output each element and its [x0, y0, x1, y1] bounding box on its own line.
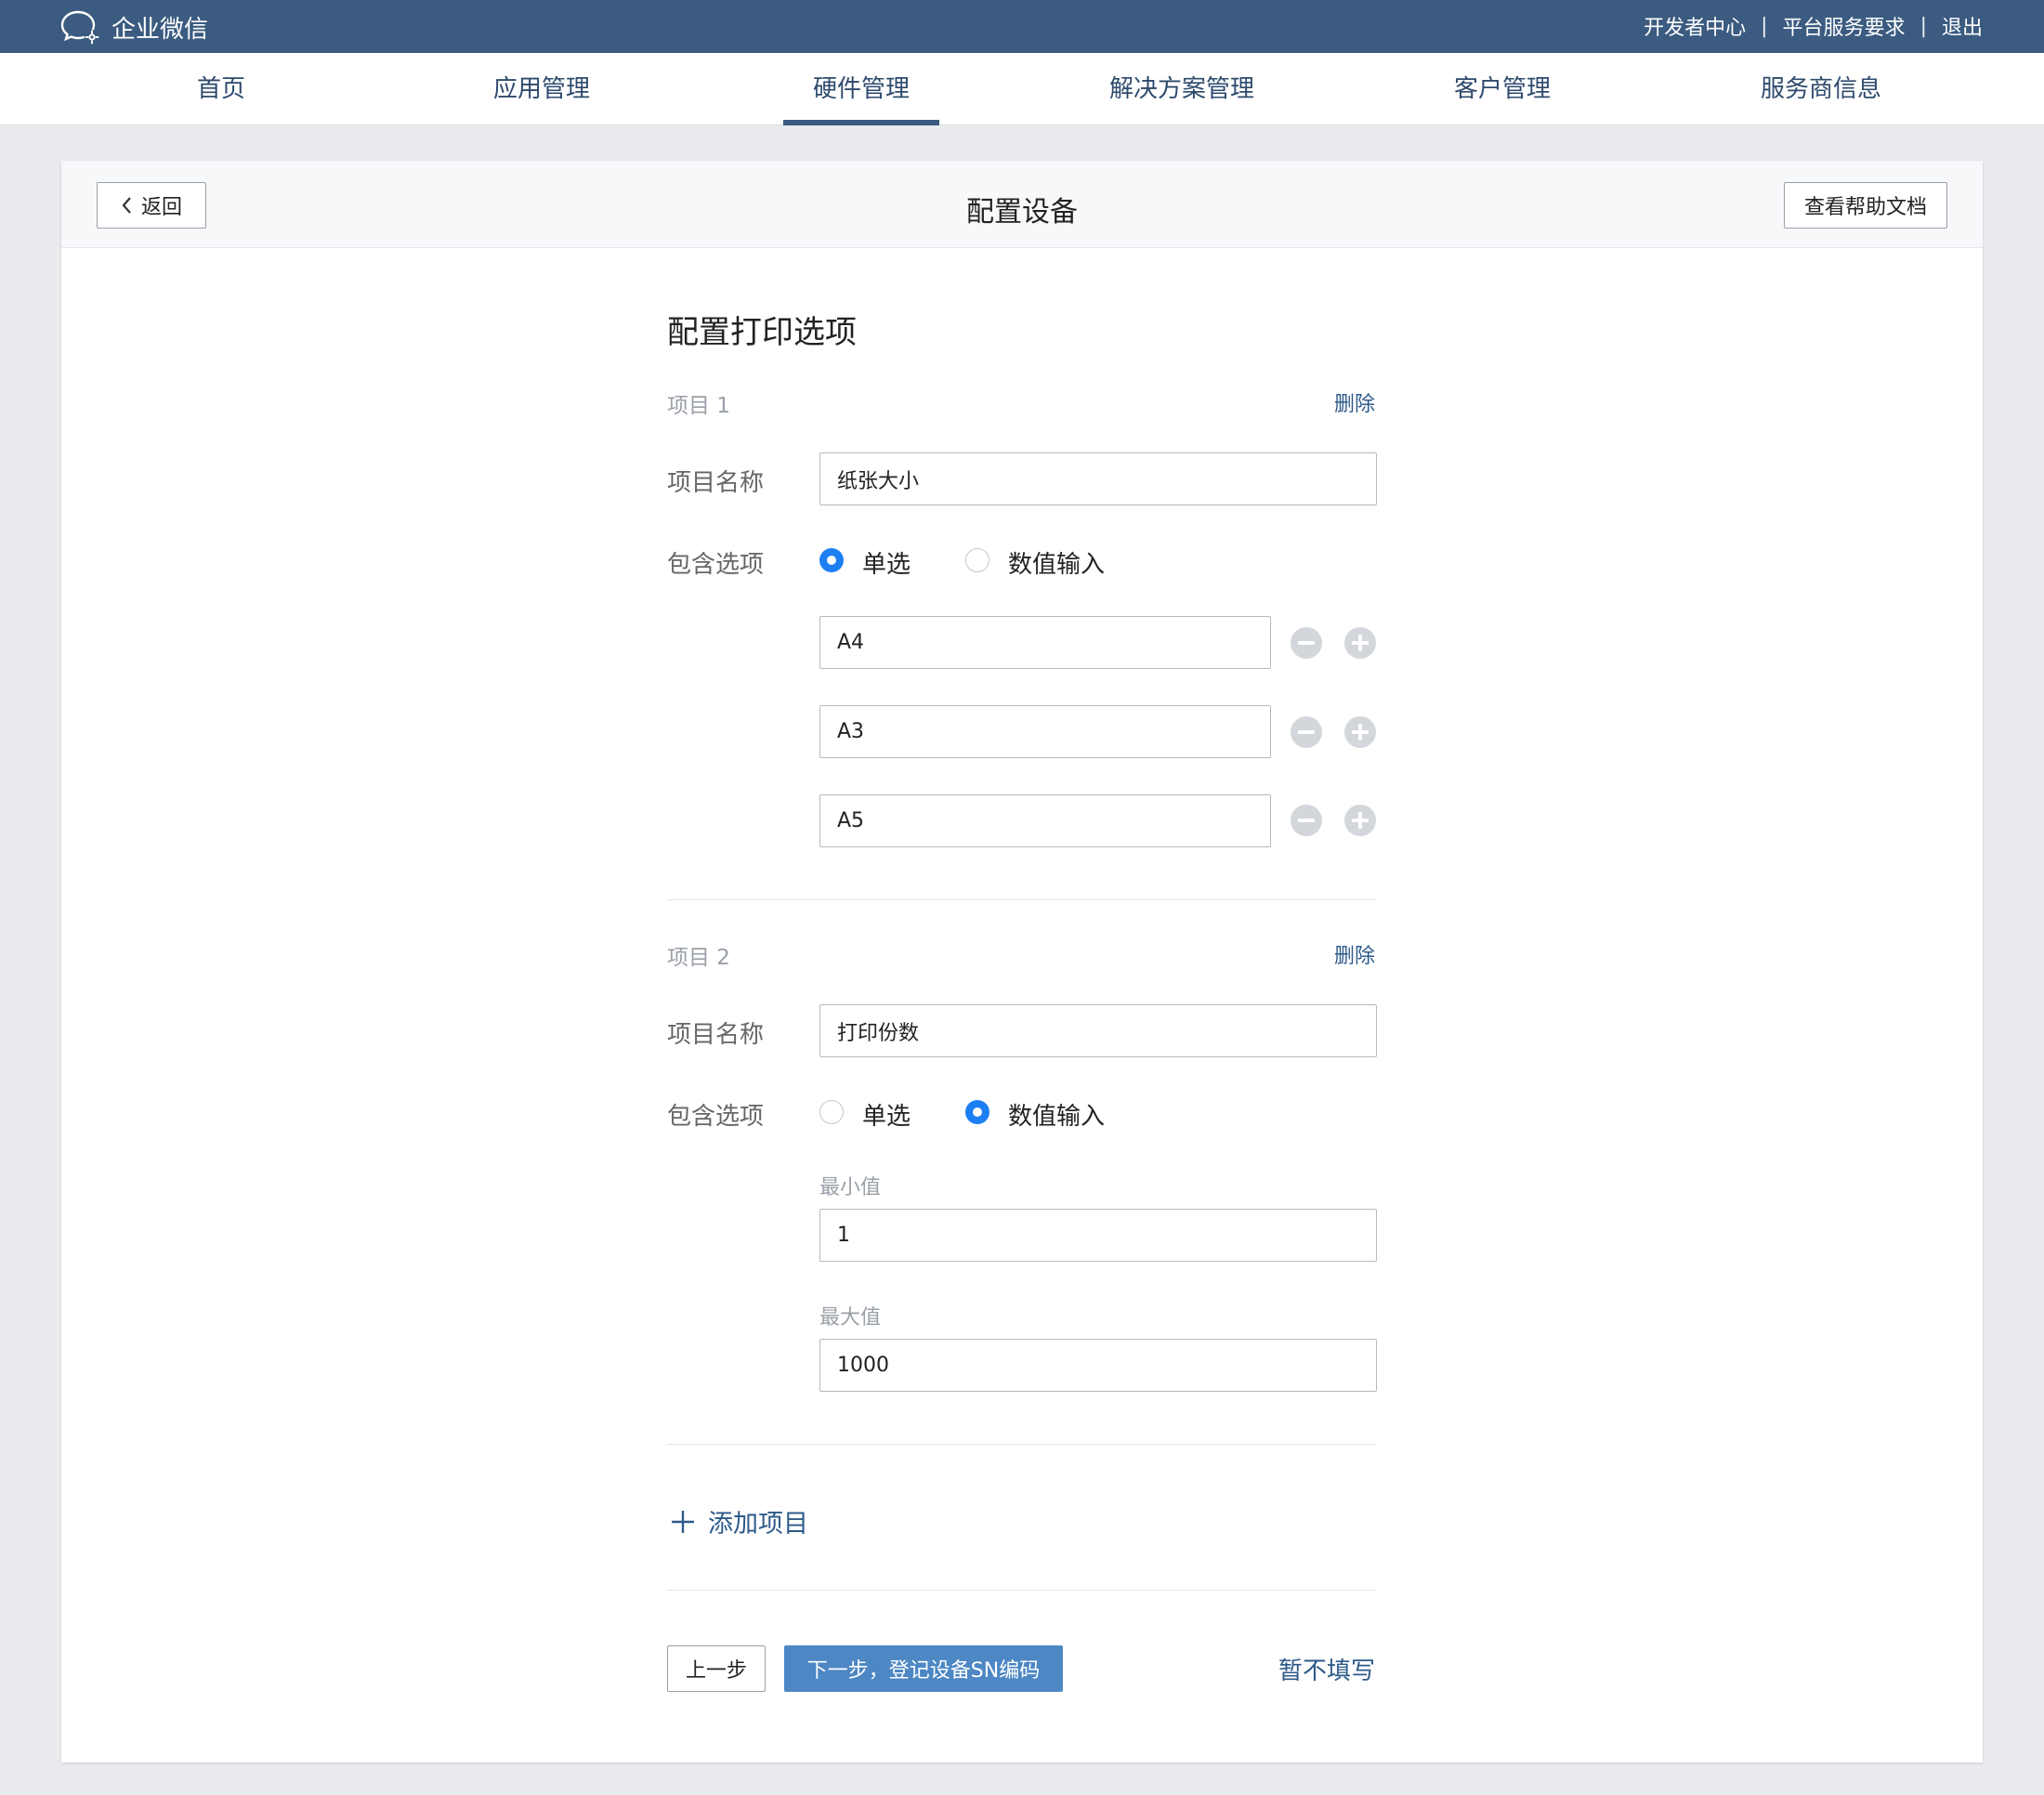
item-1-options-label: 包含选项 — [667, 551, 765, 579]
skip-link[interactable]: 暂不填写 — [1278, 1652, 1375, 1686]
nav-item-solution-management[interactable]: 解决方案管理 — [1091, 53, 1273, 125]
prev-step-button[interactable]: 上一步 — [667, 1645, 766, 1692]
item-2-name-input[interactable] — [819, 1004, 1377, 1057]
item-2-radio-single[interactable] — [819, 1100, 844, 1124]
nav-item-provider-info[interactable]: 服务商信息 — [1730, 53, 1912, 125]
main-nav: 首页 应用管理 硬件管理 解决方案管理 客户管理 服务商信息 — [0, 53, 2044, 125]
developer-center-link[interactable]: 开发者中心 — [1644, 11, 1746, 41]
divider — [667, 1590, 1377, 1591]
item-1-delete-link[interactable]: 删除 — [1334, 387, 1375, 417]
brand-name: 企业微信 — [111, 15, 209, 44]
plus-icon — [672, 1510, 694, 1533]
nav-item-app-management[interactable]: 应用管理 — [469, 53, 614, 125]
item-2-name-label: 项目名称 — [667, 1021, 765, 1049]
platform-requirements-link[interactable]: 平台服务要求 — [1783, 11, 1906, 41]
item-1-name-input[interactable] — [819, 452, 1377, 505]
top-bar: 企业微信 开发者中心 | 平台服务要求 | 退出 — [0, 0, 2044, 53]
brand[interactable]: 企业微信 — [59, 9, 208, 45]
active-tab-indicator — [783, 120, 939, 125]
option-input-3[interactable] — [819, 794, 1271, 847]
add-option-1-plus-icon[interactable] — [1344, 627, 1376, 659]
item-1-radio-single[interactable] — [819, 548, 844, 572]
nav-item-home[interactable]: 首页 — [149, 53, 294, 125]
item-2-delete-link[interactable]: 删除 — [1334, 939, 1375, 969]
remove-option-2-minus-icon[interactable] — [1291, 716, 1322, 748]
item-1-radio-numeric-label[interactable]: 数值输入 — [1008, 545, 1105, 580]
next-step-button[interactable]: 下一步，登记设备SN编码 — [784, 1645, 1063, 1692]
add-item-button[interactable]: 添加项目 — [671, 1503, 808, 1540]
add-option-3-plus-icon[interactable] — [1344, 805, 1376, 836]
wechat-work-logo-icon — [60, 10, 99, 45]
nav-item-hardware-management[interactable]: 硬件管理 — [789, 53, 934, 125]
item-2-radio-numeric[interactable] — [965, 1100, 989, 1124]
card-header: 返回 配置设备 查看帮助文档 — [61, 161, 1983, 248]
separator: | — [1761, 14, 1768, 38]
nav-item-customer-management[interactable]: 客户管理 — [1430, 53, 1575, 125]
page-title: 配置设备 — [966, 196, 1078, 229]
top-links: 开发者中心 | 平台服务要求 | 退出 — [1644, 11, 1983, 41]
option-input-1[interactable] — [819, 616, 1271, 669]
content-card: 返回 配置设备 查看帮助文档 — [61, 161, 1983, 1762]
item-2-radio-numeric-label[interactable]: 数值输入 — [1008, 1097, 1105, 1132]
section-title: 配置打印选项 — [667, 314, 857, 351]
min-value-input[interactable] — [819, 1209, 1377, 1262]
item-2-radio-single-label[interactable]: 单选 — [862, 1097, 911, 1132]
divider — [667, 1444, 1377, 1445]
help-docs-button[interactable]: 查看帮助文档 — [1784, 182, 1947, 229]
divider — [667, 899, 1377, 900]
item-2-label: 项目 2 — [667, 946, 730, 970]
min-value-label: 最小值 — [819, 1176, 882, 1199]
item-1-radio-numeric[interactable] — [965, 548, 989, 572]
item-1-name-label: 项目名称 — [667, 469, 765, 497]
logout-link[interactable]: 退出 — [1942, 11, 1983, 41]
max-value-input[interactable] — [819, 1339, 1377, 1392]
add-option-2-plus-icon[interactable] — [1344, 716, 1376, 748]
separator: | — [1920, 14, 1927, 38]
remove-option-3-minus-icon[interactable] — [1291, 805, 1322, 836]
item-1-radio-single-label[interactable]: 单选 — [862, 545, 911, 580]
remove-option-1-minus-icon[interactable] — [1291, 627, 1322, 659]
option-input-2[interactable] — [819, 705, 1271, 758]
item-2-options-label: 包含选项 — [667, 1103, 765, 1131]
max-value-label: 最大值 — [819, 1306, 882, 1330]
add-item-label: 添加项目 — [708, 1510, 808, 1539]
item-1-label: 项目 1 — [667, 394, 730, 418]
